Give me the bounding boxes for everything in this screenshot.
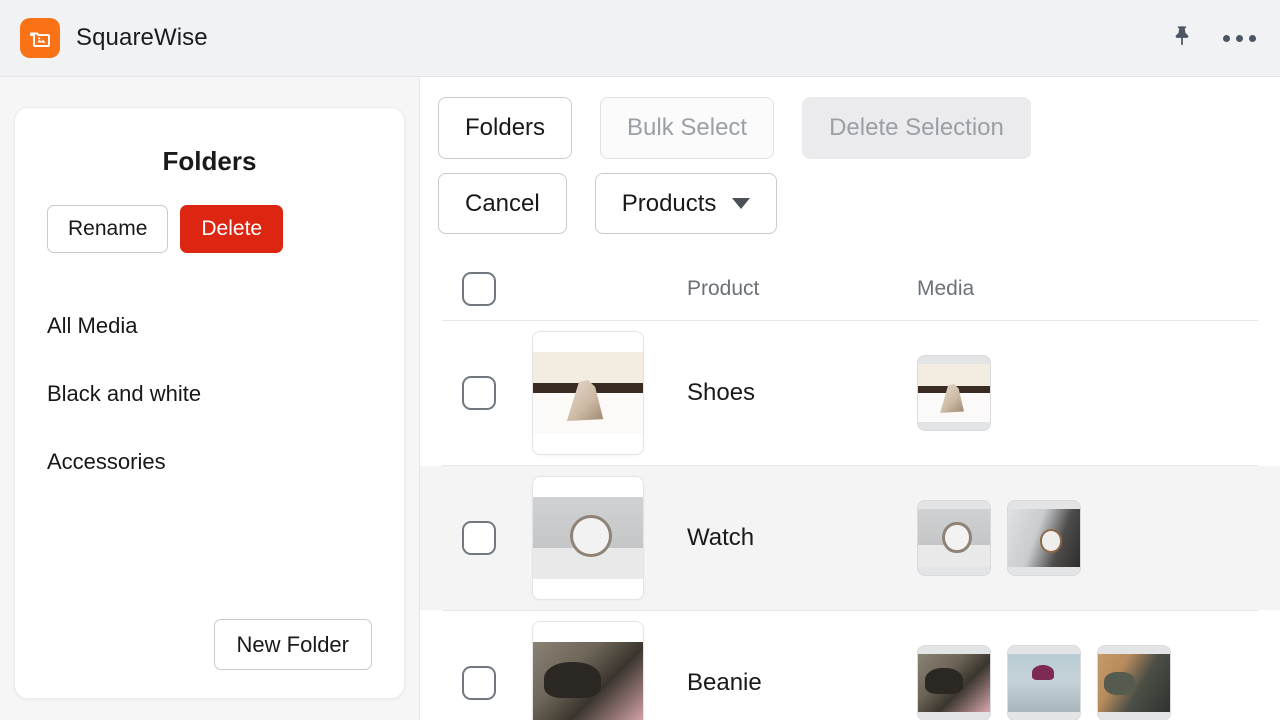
folder-list: All Media Black and white Accessories — [47, 313, 372, 475]
beanie-flatlay-image — [1098, 654, 1170, 713]
beanie-image — [918, 654, 990, 713]
table-row[interactable]: Beanie — [442, 611, 1258, 720]
row-product-cell: Shoes — [687, 379, 917, 407]
row-thumbnail-cell — [532, 331, 687, 456]
media-thumbnail[interactable] — [1007, 645, 1081, 720]
media-main-panel: Folders Bulk Select Delete Selection Can… — [420, 77, 1280, 720]
delete-button[interactable]: Delete — [180, 205, 284, 254]
product-name: Beanie — [687, 669, 762, 697]
row-select-cell — [442, 521, 532, 556]
products-filter-dropdown[interactable]: Products — [594, 172, 778, 235]
table-row[interactable]: Shoes — [442, 321, 1258, 467]
header-media-cell: Media — [917, 277, 1258, 301]
watch-image — [918, 509, 990, 568]
folder-actions: Rename Delete — [47, 205, 372, 254]
column-header-product: Product — [687, 277, 760, 301]
row-checkbox[interactable] — [462, 666, 496, 701]
row-thumbnail-cell — [532, 476, 687, 601]
pin-icon[interactable] — [1169, 24, 1195, 52]
media-thumbnail[interactable] — [1097, 645, 1171, 720]
product-thumbnail[interactable] — [532, 331, 644, 456]
app-window: SquareWise Folders Rename Delete All Med… — [0, 0, 1280, 720]
row-thumbnail-cell — [532, 621, 687, 720]
product-thumbnail[interactable] — [532, 476, 644, 601]
folder-footer: New Folder — [47, 618, 372, 674]
header-actions — [1169, 24, 1256, 52]
sidebar-item-accessories[interactable]: Accessories — [47, 449, 372, 475]
row-checkbox[interactable] — [462, 376, 496, 411]
row-media-cell — [917, 500, 1258, 577]
toolbar-row-primary: Folders Bulk Select Delete Selection — [438, 97, 1256, 159]
row-checkbox[interactable] — [462, 521, 496, 556]
row-media-cell — [917, 355, 1258, 432]
row-media-cell — [917, 645, 1258, 720]
photo-library-icon — [20, 18, 60, 58]
cancel-button[interactable]: Cancel — [438, 172, 567, 235]
header-select-cell — [442, 272, 532, 307]
panel-title: Folders — [162, 146, 257, 176]
app-title: SquareWise — [76, 24, 208, 51]
products-filter-label: Products — [621, 189, 717, 217]
media-thumbnail[interactable] — [917, 500, 991, 577]
row-select-cell — [442, 666, 532, 701]
folders-panel: Folders Rename Delete All Media Black an… — [14, 107, 405, 699]
column-header-media: Media — [917, 277, 975, 301]
beanie-worn-image — [1008, 654, 1080, 713]
table-row[interactable]: Watch — [420, 466, 1280, 612]
media-thumbnail[interactable] — [1007, 500, 1081, 577]
watch-image — [533, 497, 643, 580]
sidebar-item-black-and-white[interactable]: Black and white — [47, 381, 372, 407]
media-toolbar: Folders Bulk Select Delete Selection Can… — [420, 77, 1280, 248]
folders-button[interactable]: Folders — [438, 97, 573, 159]
toolbar-row-secondary: Cancel Products — [438, 172, 1256, 235]
new-folder-button[interactable]: New Folder — [213, 618, 372, 670]
header-product-cell: Product — [687, 277, 917, 301]
rename-button[interactable]: Rename — [47, 205, 169, 254]
table-header-row: Product Media — [442, 258, 1258, 322]
app-body: Folders Rename Delete All Media Black an… — [0, 77, 1280, 720]
row-product-cell: Beanie — [687, 669, 917, 697]
chevron-down-icon — [732, 197, 751, 209]
watch-wrist-image — [1008, 509, 1080, 568]
row-product-cell: Watch — [687, 524, 917, 552]
app-header: SquareWise — [0, 0, 1280, 77]
media-thumbnail[interactable] — [917, 645, 991, 720]
shoes-image — [918, 364, 990, 423]
folders-sidebar: Folders Rename Delete All Media Black an… — [0, 77, 420, 720]
select-all-checkbox[interactable] — [462, 272, 496, 307]
product-name: Watch — [687, 524, 755, 552]
media-table: Product Media Shoes Watch Beanie — [420, 258, 1280, 720]
brand: SquareWise — [20, 18, 208, 58]
bulk-select-button[interactable]: Bulk Select — [600, 97, 775, 159]
beanie-image — [533, 642, 643, 720]
product-name: Shoes — [687, 379, 756, 407]
sidebar-item-all-media[interactable]: All Media — [47, 313, 372, 339]
row-select-cell — [442, 376, 532, 411]
delete-selection-button[interactable]: Delete Selection — [802, 97, 1031, 159]
shoes-image — [533, 352, 643, 435]
media-thumbnail[interactable] — [917, 355, 991, 432]
more-horizontal-icon[interactable] — [1223, 34, 1256, 42]
product-thumbnail[interactable] — [532, 621, 644, 720]
